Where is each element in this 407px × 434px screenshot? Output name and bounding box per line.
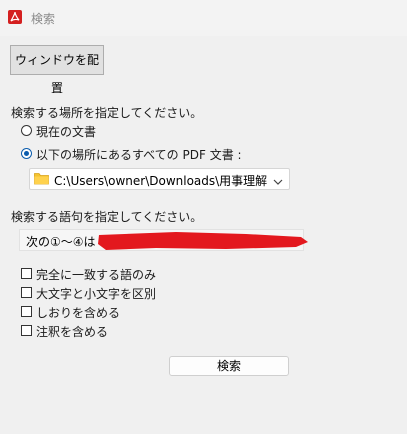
query-prompt: 検索する語句を指定してください。 bbox=[11, 210, 203, 224]
radio-all-pdfs-in-location[interactable] bbox=[21, 148, 32, 159]
redaction-mark bbox=[98, 232, 308, 250]
checkbox-include-comments-label: 注釈を含める bbox=[36, 325, 109, 339]
checkbox-whole-words-only[interactable] bbox=[21, 268, 32, 279]
arrange-windows-button[interactable]: ウィンドウを配置 bbox=[10, 45, 104, 95]
location-path: C:\Users\owner\Downloads\用事理解 bbox=[54, 174, 268, 188]
radio-current-document[interactable] bbox=[21, 125, 32, 136]
location-dropdown[interactable]: C:\Users\owner\Downloads\用事理解 bbox=[29, 168, 290, 190]
search-button[interactable]: 検索 bbox=[169, 356, 289, 376]
checkbox-include-bookmarks-label: しおりを含める bbox=[36, 306, 121, 320]
window-title: 検索 bbox=[31, 12, 56, 26]
chevron-down-icon[interactable] bbox=[273, 175, 283, 185]
checkbox-case-sensitive[interactable] bbox=[21, 287, 32, 298]
radio-all-pdfs-in-location-label: 以下の場所にあるすべての PDF 文書 : bbox=[36, 148, 242, 162]
folder-icon bbox=[34, 172, 49, 185]
checkbox-include-comments[interactable] bbox=[21, 325, 32, 336]
title-bar: 検索 bbox=[0, 0, 407, 36]
acrobat-icon bbox=[8, 10, 22, 24]
radio-current-document-label: 現在の文書 bbox=[36, 125, 97, 139]
location-prompt: 検索する場所を指定してください。 bbox=[11, 106, 203, 120]
checkbox-case-sensitive-label: 大文字と小文字を区別 bbox=[36, 287, 157, 301]
checkbox-whole-words-only-label: 完全に一致する語のみ bbox=[36, 268, 157, 282]
checkbox-include-bookmarks[interactable] bbox=[21, 306, 32, 317]
